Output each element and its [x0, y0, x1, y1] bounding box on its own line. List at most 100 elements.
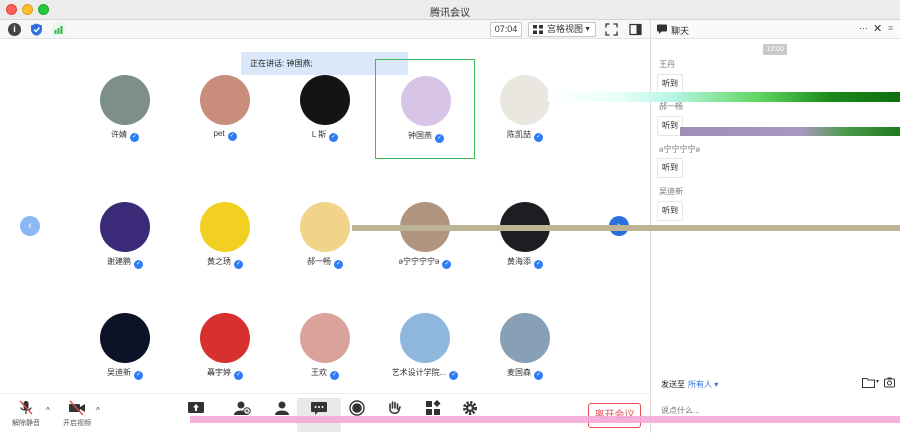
chat-icon: [311, 402, 327, 415]
avatar: [200, 75, 250, 125]
unmute-label: 解除静音: [12, 420, 40, 427]
start-video-label: 开启视频: [63, 420, 91, 427]
view-mode-select[interactable]: 宫格视图 ▼: [528, 22, 596, 37]
avatar: [200, 313, 250, 363]
apps-icon: [426, 400, 441, 415]
hand-icon: [389, 401, 401, 415]
recipient-select[interactable]: 所有人 ▾: [688, 380, 718, 389]
verified-badge-icon: ✓: [330, 371, 339, 380]
message-sender: 吴迪新: [659, 187, 683, 196]
add-user-icon: [234, 401, 251, 415]
participant-tile[interactable]: 麦国森 ✓: [475, 297, 575, 397]
participant-name: ə宁宁宁宁ə ✓: [375, 256, 475, 269]
participant-tile[interactable]: 谢建鹏 ✓: [75, 186, 175, 286]
participant-name: 郝一畅 ✓: [275, 256, 375, 269]
gear-icon: [463, 401, 477, 415]
participant-tile[interactable]: 王欢 ✓: [275, 297, 375, 397]
participant-name: 王欢 ✓: [275, 367, 375, 380]
participant-name-text: L 斯: [311, 130, 327, 139]
participant-tile[interactable]: L 斯 ✓: [275, 59, 375, 159]
participant-name: pet ✓: [175, 129, 275, 141]
meeting-timer: 07:04: [490, 22, 522, 37]
menu-icon[interactable]: ≡: [888, 23, 893, 33]
app-title: 腾讯会议: [430, 8, 470, 19]
render-artifact-stripe: [190, 416, 900, 423]
folder-icon[interactable]: [862, 377, 875, 388]
info-icon[interactable]: i: [8, 23, 21, 36]
invite-button[interactable]: [220, 398, 264, 432]
participant-tile[interactable]: 陈凯喆 ✓: [475, 59, 575, 159]
settings-button[interactable]: [448, 398, 492, 432]
participant-name-text: ə宁宁宁宁ə: [398, 257, 440, 266]
participant-name: 黄海添 ✓: [475, 256, 575, 269]
participant-name-text: 王欢: [311, 368, 327, 377]
close-icon[interactable]: ✕: [873, 22, 882, 35]
participant-tile[interactable]: 聶宇婷 ✓: [175, 297, 275, 397]
microphone-muted-icon: [19, 400, 33, 415]
chat-header: 聊天 ··· ✕ ≡: [651, 20, 900, 39]
chevron-down-icon: ▼: [584, 26, 591, 33]
signal-icon[interactable]: [52, 23, 65, 36]
verified-badge-icon: ✓: [442, 260, 452, 269]
participant-name-text: 艺术设计学院...: [391, 368, 447, 377]
verified-badge-icon: ✓: [449, 371, 459, 380]
raise-hand-button[interactable]: [372, 398, 416, 432]
message-bubble: 听到: [657, 74, 683, 94]
share-screen-button[interactable]: [174, 398, 218, 432]
participant-name: 许婧 ✓: [75, 129, 175, 142]
message-sender: 郝一畅: [659, 102, 683, 111]
video-options-chevron-icon[interactable]: ^: [96, 406, 100, 415]
participant-tile[interactable]: 黄之琇 ✓: [175, 186, 275, 286]
fullscreen-icon[interactable]: [605, 23, 618, 36]
avatar: [300, 313, 350, 363]
record-icon: [349, 400, 365, 416]
participant-tile[interactable]: 艺术设计学院... ✓: [375, 297, 475, 397]
chat-timestamp: 13:00: [763, 44, 787, 55]
participant-name-text: 谢建鹏: [107, 257, 131, 266]
prev-page-button[interactable]: ‹: [20, 216, 40, 236]
participant-name: 吴迪新 ✓: [75, 367, 175, 380]
message-bubble: 听到: [657, 158, 683, 178]
participant-tile[interactable]: 黄海添 ✓: [475, 186, 575, 286]
screenshot-icon[interactable]: [884, 377, 895, 388]
participant-name-text: 麦国森: [507, 368, 531, 377]
verified-badge-icon: ✓: [234, 260, 243, 269]
shield-icon[interactable]: [30, 23, 43, 36]
participant-tile[interactable]: 吴迪新 ✓: [75, 297, 175, 397]
participant-tile[interactable]: ə宁宁宁宁ə ✓: [375, 186, 475, 286]
participant-tile[interactable]: pet ✓: [175, 59, 275, 159]
share-screen-icon: [188, 402, 204, 413]
send-to-row: 发送至 所有人 ▾: [661, 379, 718, 390]
chat-bubble-icon: [657, 24, 667, 34]
participant-name-text: 吴迪新: [107, 368, 131, 377]
verified-badge-icon: ✓: [534, 371, 543, 380]
participant-name: 艺术设计学院... ✓: [375, 367, 475, 380]
chevron-down-icon[interactable]: ▾: [876, 378, 879, 385]
start-video-button[interactable]: 开启视频: [55, 398, 99, 432]
participant-name-text: 黄海添: [507, 257, 531, 266]
participant-name-text: 黄之琇: [207, 257, 231, 266]
verified-badge-icon: ✓: [534, 133, 543, 142]
participant-tile[interactable]: 许婧 ✓: [75, 59, 175, 159]
avatar: [200, 202, 250, 252]
participant-name: 谢建鹏 ✓: [75, 256, 175, 269]
verified-badge-icon: ✓: [234, 371, 243, 380]
render-artifact-stripe: [548, 92, 900, 102]
participant-name: 麦国森 ✓: [475, 367, 575, 380]
send-to-label: 发送至: [661, 380, 685, 389]
verified-badge-icon: ✓: [329, 133, 339, 142]
bottom-control-bar: 解除静音 ^ 开启视频 ^ 离开会议: [0, 393, 650, 433]
participant-name-text: 许婧: [111, 130, 127, 139]
participant-name-text: 陈凯喆: [507, 130, 531, 139]
side-panel-toggle-icon[interactable]: [629, 23, 642, 36]
participant-name-text: 聶宇婷: [207, 368, 231, 377]
camera-off-icon: [69, 400, 85, 416]
participant-name: L 斯 ✓: [275, 129, 375, 142]
grid-icon: [533, 25, 543, 34]
participant-tile[interactable]: 钟国燕 ✓: [375, 59, 475, 159]
participant-tile[interactable]: 郝一畅 ✓: [275, 186, 375, 286]
more-options-icon[interactable]: ···: [859, 23, 868, 33]
verified-badge-icon: ✓: [134, 371, 143, 380]
audio-options-chevron-icon[interactable]: ^: [46, 406, 50, 415]
unmute-button[interactable]: 解除静音: [4, 398, 48, 432]
